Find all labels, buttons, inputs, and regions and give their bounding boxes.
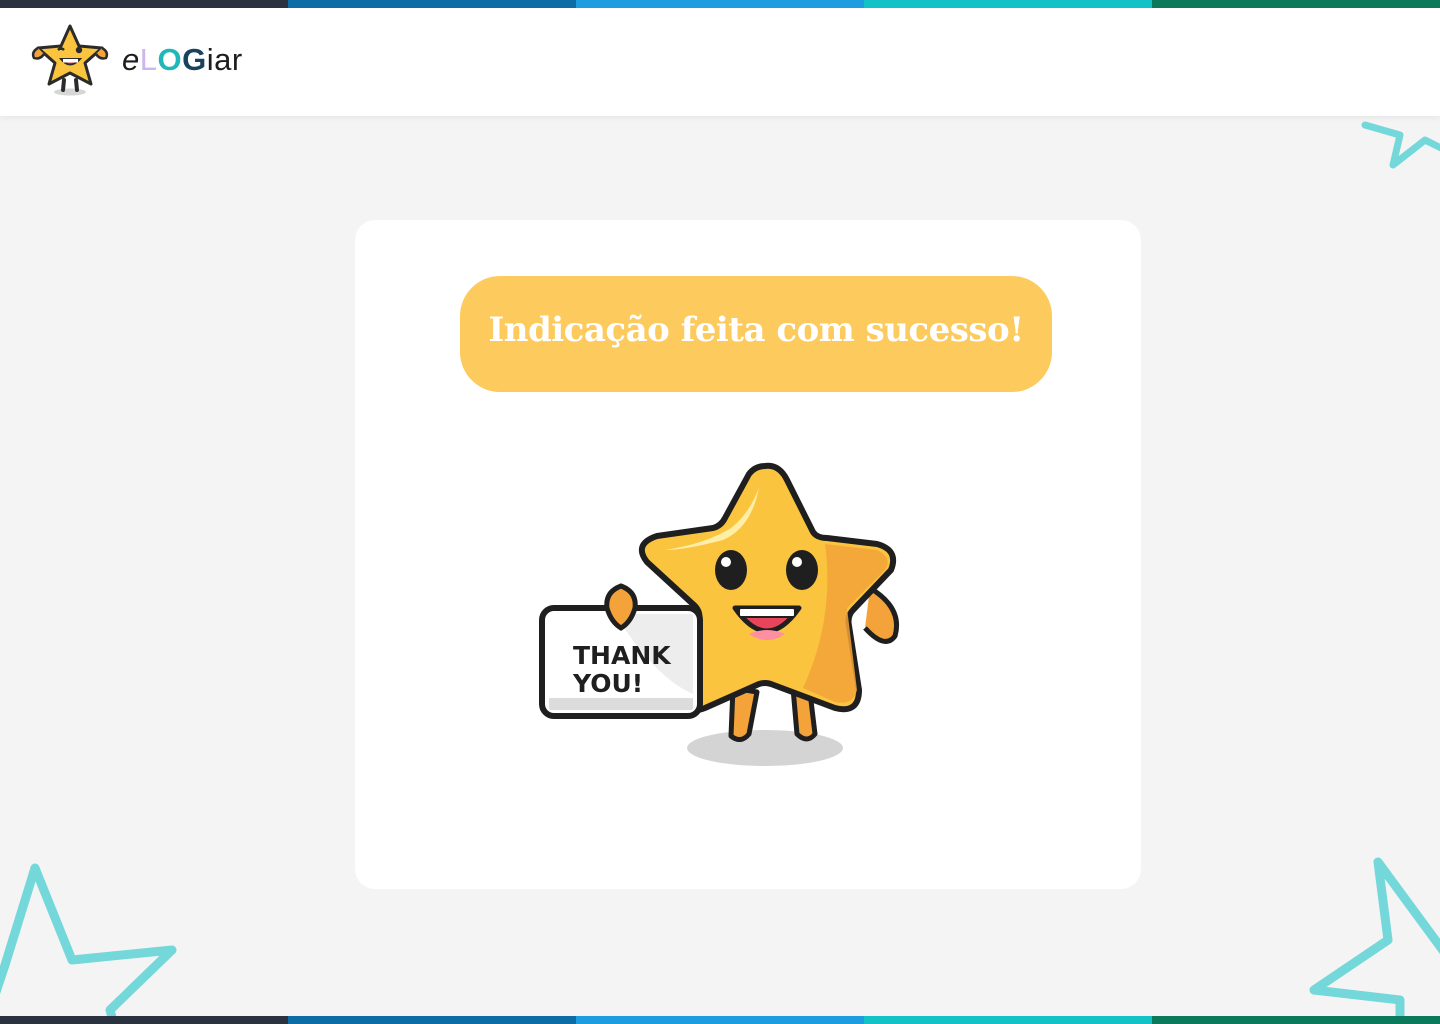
star-mascot-thank-you-illustration: THANK YOU! bbox=[539, 462, 899, 766]
success-banner: Indicação feita com sucesso! bbox=[460, 276, 1052, 392]
sign-text-line1: THANK bbox=[573, 641, 672, 670]
sign-text-line2: YOU! bbox=[572, 669, 643, 698]
star-outline-decoration-icon bbox=[1309, 857, 1440, 1024]
success-message: Indicação feita com sucesso! bbox=[488, 310, 1024, 350]
app-header: eLOGiar bbox=[0, 8, 1440, 116]
top-color-stripe bbox=[0, 0, 1440, 8]
brand-logo[interactable]: eLOGiar bbox=[28, 22, 243, 98]
star-mascot-icon bbox=[31, 24, 109, 96]
brand-wordmark: eLOGiar bbox=[122, 42, 243, 77]
bottom-color-stripe bbox=[0, 1016, 1440, 1024]
success-card: Indicação feita com sucesso! THANK YOU! bbox=[355, 220, 1141, 889]
star-outline-decoration-icon bbox=[0, 863, 177, 1024]
